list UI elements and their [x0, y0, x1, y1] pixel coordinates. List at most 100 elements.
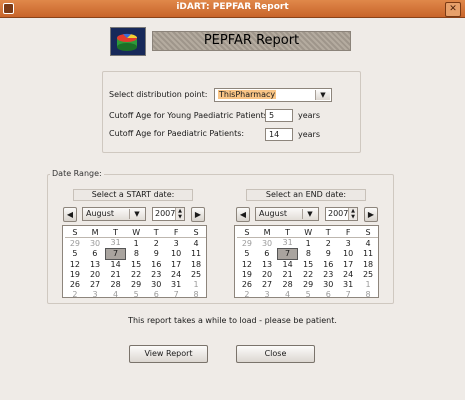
- close-button[interactable]: Close: [236, 345, 315, 363]
- calendar-day[interactable]: 16: [146, 259, 166, 269]
- calendar-day[interactable]: 17: [338, 259, 358, 269]
- calendar-day[interactable]: 25: [186, 270, 206, 280]
- calendar-day[interactable]: 13: [257, 259, 277, 269]
- end-month-select[interactable]: August ▼: [255, 207, 319, 221]
- distribution-point-select[interactable]: ThisPharmacy ▼: [214, 88, 332, 102]
- calendar-day[interactable]: 9: [318, 248, 338, 259]
- calendar-day[interactable]: 17: [166, 259, 186, 269]
- calendar-day[interactable]: 25: [358, 270, 378, 280]
- calendar-day[interactable]: 2: [65, 289, 85, 299]
- calendar-day[interactable]: 29: [298, 280, 318, 290]
- calendar-day[interactable]: 28: [105, 280, 126, 290]
- calendar-day[interactable]: 29: [65, 238, 85, 249]
- start-calendar-grid[interactable]: S M T W T F S 29 30 31 1 2 3 4 5 6 7 8 9…: [62, 225, 207, 299]
- calendar-day[interactable]: 19: [237, 270, 257, 280]
- calendar-day[interactable]: 31: [105, 238, 126, 249]
- calendar-day[interactable]: 9: [146, 248, 166, 259]
- calendar-day[interactable]: 24: [338, 270, 358, 280]
- calendar-day[interactable]: 4: [186, 238, 206, 249]
- calendar-day[interactable]: 28: [277, 280, 298, 290]
- calendar-day[interactable]: 6: [146, 289, 166, 299]
- calendar-day[interactable]: 4: [358, 238, 378, 249]
- calendar-day[interactable]: 20: [257, 270, 277, 280]
- calendar-day[interactable]: 15: [126, 259, 146, 269]
- calendar-day[interactable]: 26: [65, 280, 85, 290]
- chevron-down-icon[interactable]: ▼: [302, 209, 317, 219]
- chevron-down-icon[interactable]: ▼: [129, 209, 144, 219]
- spin-down-icon[interactable]: ▼: [178, 214, 182, 220]
- calendar-day[interactable]: 13: [85, 259, 105, 269]
- calendar-day[interactable]: 18: [358, 259, 378, 269]
- calendar-day[interactable]: 21: [105, 270, 126, 280]
- calendar-day[interactable]: 31: [166, 280, 186, 290]
- end-next-month-button[interactable]: ▶: [364, 207, 378, 222]
- calendar-day[interactable]: 22: [126, 270, 146, 280]
- calendar-day[interactable]: 31: [277, 238, 298, 249]
- calendar-day[interactable]: 7: [166, 289, 186, 299]
- calendar-day[interactable]: 14: [105, 259, 126, 269]
- calendar-day[interactable]: 12: [237, 259, 257, 269]
- calendar-day[interactable]: 6: [85, 248, 105, 259]
- calendar-day[interactable]: 11: [186, 248, 206, 259]
- calendar-day[interactable]: 10: [166, 248, 186, 259]
- calendar-day[interactable]: 21: [277, 270, 298, 280]
- calendar-day[interactable]: 1: [126, 238, 146, 249]
- calendar-day[interactable]: 4: [105, 289, 126, 299]
- start-year-spinner[interactable]: 2007 ▲ ▼: [152, 207, 185, 221]
- start-next-month-button[interactable]: ▶: [191, 207, 205, 222]
- calendar-day[interactable]: 5: [298, 289, 318, 299]
- calendar-day[interactable]: 5: [126, 289, 146, 299]
- calendar-day[interactable]: 6: [318, 289, 338, 299]
- calendar-day[interactable]: 2: [318, 238, 338, 249]
- calendar-day[interactable]: 2: [146, 238, 166, 249]
- calendar-day[interactable]: 24: [166, 270, 186, 280]
- end-calendar-grid[interactable]: S M T W T F S 29 30 31 1 2 3 4 5 6 7 8 9…: [234, 225, 379, 299]
- calendar-day[interactable]: 1: [298, 238, 318, 249]
- calendar-day[interactable]: 18: [186, 259, 206, 269]
- calendar-day[interactable]: 3: [257, 289, 277, 299]
- end-prev-month-button[interactable]: ◀: [236, 207, 250, 222]
- calendar-day[interactable]: 1: [358, 280, 378, 290]
- spin-down-icon[interactable]: ▼: [351, 214, 355, 220]
- calendar-day[interactable]: 26: [237, 280, 257, 290]
- calendar-day[interactable]: 27: [257, 280, 277, 290]
- paed-cutoff-input[interactable]: 14: [265, 128, 293, 141]
- calendar-day[interactable]: 3: [166, 238, 186, 249]
- calendar-day[interactable]: 8: [358, 289, 378, 299]
- calendar-day[interactable]: 14: [277, 259, 298, 269]
- calendar-day[interactable]: 16: [318, 259, 338, 269]
- start-prev-month-button[interactable]: ◀: [63, 207, 77, 222]
- title-bar[interactable]: iDART: PEPFAR Report ✕: [0, 0, 465, 18]
- calendar-day[interactable]: 3: [85, 289, 105, 299]
- calendar-day[interactable]: 1: [186, 280, 206, 290]
- calendar-day[interactable]: 4: [277, 289, 298, 299]
- calendar-day[interactable]: 31: [338, 280, 358, 290]
- calendar-day[interactable]: 27: [85, 280, 105, 290]
- calendar-day[interactable]: 3: [338, 238, 358, 249]
- calendar-day[interactable]: 29: [237, 238, 257, 249]
- start-month-select[interactable]: August ▼: [82, 207, 146, 221]
- calendar-day[interactable]: 8: [126, 248, 146, 259]
- calendar-day[interactable]: 5: [65, 248, 85, 259]
- calendar-day[interactable]: 23: [318, 270, 338, 280]
- calendar-day[interactable]: 8: [298, 248, 318, 259]
- window-close-button[interactable]: ✕: [445, 2, 461, 17]
- young-cutoff-input[interactable]: 5: [265, 109, 293, 122]
- calendar-day[interactable]: 2: [237, 289, 257, 299]
- calendar-day[interactable]: 30: [257, 238, 277, 249]
- chevron-down-icon[interactable]: ▼: [315, 90, 330, 100]
- calendar-day[interactable]: 7: [338, 289, 358, 299]
- calendar-day[interactable]: 29: [126, 280, 146, 290]
- calendar-day[interactable]: 30: [146, 280, 166, 290]
- calendar-day[interactable]: 23: [146, 270, 166, 280]
- view-report-button[interactable]: View Report: [129, 345, 208, 363]
- calendar-day[interactable]: 11: [358, 248, 378, 259]
- calendar-day[interactable]: 6: [257, 248, 277, 259]
- end-year-spinner[interactable]: 2007 ▲ ▼: [325, 207, 358, 221]
- calendar-day-selected[interactable]: 7: [276, 247, 299, 260]
- calendar-day[interactable]: 12: [65, 259, 85, 269]
- calendar-day[interactable]: 30: [318, 280, 338, 290]
- calendar-day[interactable]: 15: [298, 259, 318, 269]
- calendar-day-selected[interactable]: 7: [104, 247, 127, 260]
- calendar-day[interactable]: 5: [237, 248, 257, 259]
